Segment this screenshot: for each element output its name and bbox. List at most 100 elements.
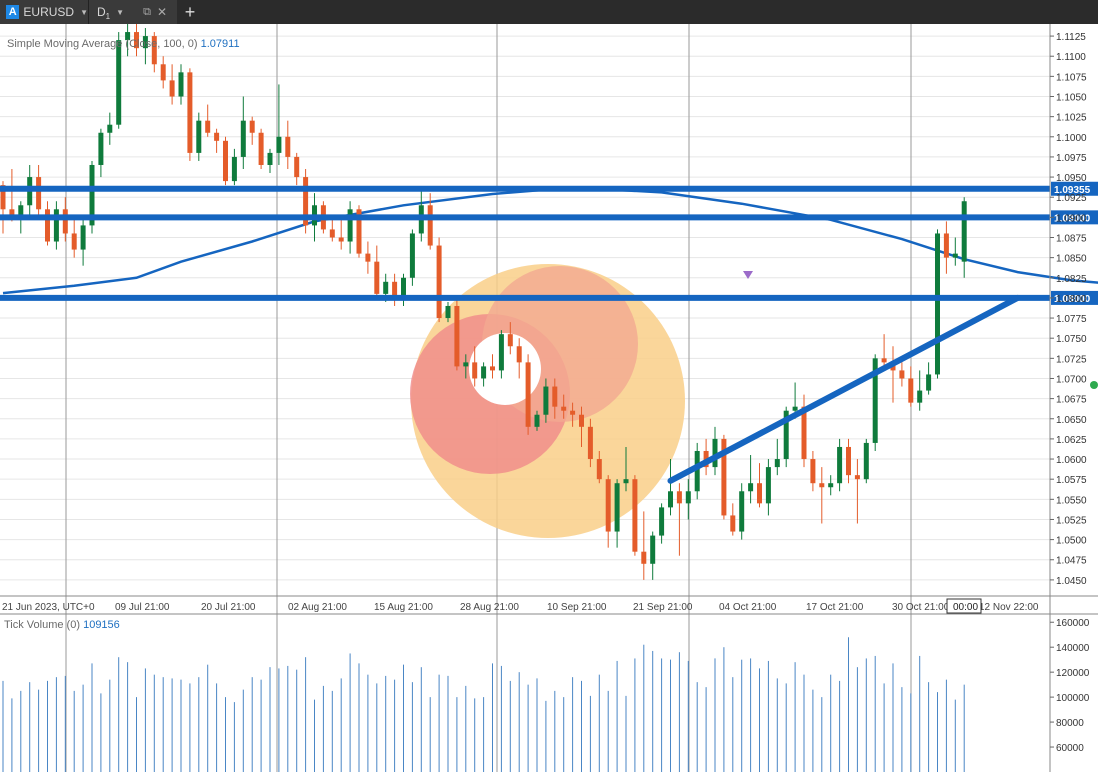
price-tick-label: 1.0525: [1056, 515, 1087, 526]
candle-body: [739, 491, 745, 532]
candle-body: [231, 156, 237, 182]
candle-body: [908, 378, 914, 403]
price-tick-label: 1.0725: [1056, 354, 1087, 365]
timeframe-sub: 1: [105, 11, 111, 21]
date-tick-label: 15 Aug 21:00: [374, 602, 433, 613]
price-tick-label: 1.0975: [1056, 153, 1087, 164]
tab-symbol-label: EURUSD: [23, 5, 75, 19]
candle-body: [169, 80, 175, 97]
candle-body: [187, 72, 193, 153]
current-price-dot: [1090, 381, 1098, 389]
candle-body: [454, 305, 460, 367]
candle-body: [338, 237, 344, 242]
candle-body: [445, 305, 451, 319]
tab-eurusd[interactable]: A EURUSD ▼: [0, 0, 88, 24]
sma-label: Simple Moving Average (Close, 100, 0): [7, 38, 198, 50]
candle-body: [249, 120, 255, 133]
timeframe-letter: D: [97, 5, 106, 19]
candle-body: [748, 483, 754, 492]
candle-body: [463, 362, 469, 367]
candle-body: [712, 438, 718, 468]
chart-canvas[interactable]: 1.093551.090001.08000 21 Jun 2023, UTC+0…: [0, 24, 1098, 772]
candle-body: [294, 156, 300, 178]
tab-bar: A EURUSD ▼ D1 ▼ ⧉ ✕ +: [0, 0, 1098, 24]
candle-body: [53, 209, 59, 242]
symbol-icon: A: [6, 5, 20, 19]
price-tick-label: 1.0925: [1056, 193, 1087, 204]
candle-body: [490, 366, 495, 371]
candle-body: [676, 491, 682, 504]
price-tick-label: 1.0775: [1056, 314, 1087, 325]
current-time-label: 00:00: [953, 602, 978, 613]
tab-timeframe[interactable]: D1 ▼ ⧉ ✕: [88, 0, 177, 24]
volume-tick-label: 80000: [1056, 718, 1084, 729]
price-tick-label: 1.0550: [1056, 495, 1087, 506]
candle-body: [365, 253, 371, 262]
candle-body: [409, 233, 415, 278]
candle-body: [472, 362, 478, 379]
candle-body: [685, 491, 691, 504]
volume-label: Tick Volume (0): [4, 619, 81, 631]
date-tick-label: 21 Sep 21:00: [633, 602, 693, 613]
price-tick-label: 1.0475: [1056, 556, 1087, 567]
candle-body: [71, 233, 77, 250]
candle-body: [427, 205, 433, 246]
trendline[interactable]: [667, 294, 1021, 484]
candle-body: [436, 245, 442, 319]
price-tick-label: 1.0900: [1056, 213, 1087, 224]
candle-body: [276, 136, 282, 153]
candle-body: [792, 406, 798, 411]
price-tick-label: 1.0500: [1056, 536, 1087, 547]
volume-bars: [2, 637, 965, 772]
candle-body: [107, 124, 113, 133]
volume-tick-label: 120000: [1056, 668, 1090, 679]
price-tick-label: 1.0650: [1056, 415, 1087, 426]
candle-body: [846, 446, 851, 476]
timeframe-chevron-icon[interactable]: ▼: [116, 8, 124, 17]
candle-body: [881, 358, 887, 363]
date-tick-label: 10 Sep 21:00: [547, 602, 607, 613]
price-tick-label: 1.0675: [1056, 395, 1087, 406]
candle-body: [258, 132, 264, 165]
candle-body: [570, 410, 576, 415]
candle-body: [347, 209, 353, 242]
candle-body: [810, 459, 816, 484]
candle-body: [614, 483, 620, 532]
add-tab-icon[interactable]: +: [180, 0, 200, 24]
date-tick-label: 17 Oct 21:00: [806, 602, 864, 613]
candle-body: [62, 209, 68, 234]
date-tick-label: 02 Aug 21:00: [288, 602, 347, 613]
price-tick-label: 1.1050: [1056, 93, 1087, 104]
candle-body: [116, 40, 122, 125]
candle-body: [605, 479, 611, 532]
price-tick-label: 1.0825: [1056, 274, 1087, 285]
candle-body: [534, 414, 540, 427]
candle-body: [498, 334, 504, 371]
volume-indicator-label: Tick Volume (0) 109156: [4, 619, 120, 631]
candle-body: [267, 152, 273, 165]
chevron-down-icon[interactable]: ▼: [80, 8, 88, 17]
price-tick-label: 1.1075: [1056, 72, 1087, 83]
volume-tick-label: 140000: [1056, 643, 1090, 654]
close-icon[interactable]: ✕: [157, 5, 167, 19]
price-tick-label: 1.1025: [1056, 113, 1087, 124]
price-tick-label: 1.0850: [1056, 254, 1087, 265]
candle-body: [587, 426, 593, 460]
price-tick-label: 1.1100: [1056, 52, 1086, 63]
price-tick-label: 1.0700: [1056, 374, 1087, 385]
price-tick-label: 1.1125: [1056, 32, 1086, 43]
candle-body: [383, 281, 389, 294]
candle-body: [240, 120, 246, 157]
popout-icon[interactable]: ⧉: [143, 6, 151, 19]
candle-body: [507, 334, 513, 347]
candle-body: [552, 386, 558, 407]
candle-body: [774, 459, 780, 468]
volume-tick-label: 160000: [1056, 618, 1090, 629]
candle-body: [730, 515, 736, 532]
volume-tick-label: 100000: [1056, 693, 1090, 704]
volume-tick-label: 60000: [1056, 743, 1084, 754]
candle-body: [668, 491, 673, 508]
candle-body: [36, 177, 42, 210]
candle-body: [329, 229, 335, 238]
sma-indicator-label: Simple Moving Average (Close, 100, 0) 1.…: [7, 38, 240, 50]
